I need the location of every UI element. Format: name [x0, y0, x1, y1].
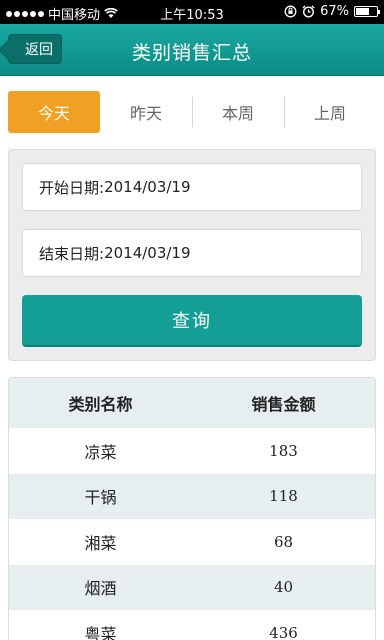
end-date-label: 结束日期:	[39, 244, 105, 263]
date-filter-panel: 开始日期: 2014/03/19 结束日期: 2014/03/19 查询	[8, 149, 376, 361]
table-row[interactable]: 干锅 118	[9, 473, 375, 519]
page-title: 类别销售汇总	[131, 42, 252, 64]
tab-today[interactable]: 今天	[8, 91, 100, 133]
amount-cell: 40	[273, 578, 294, 597]
status-right: 67%	[284, 4, 380, 19]
tab-last-week[interactable]: 上周	[284, 91, 376, 133]
end-date-field[interactable]: 结束日期: 2014/03/19	[22, 229, 362, 277]
amount-cell: 118	[269, 487, 298, 506]
battery-fill	[356, 8, 370, 15]
amount-cell: 183	[269, 441, 298, 460]
tab-this-week[interactable]: 本周	[192, 91, 284, 133]
sales-table: 类别名称 销售金额 凉菜 183 干锅 118 湘菜 68 烟酒 40 粤菜 4…	[8, 377, 376, 640]
battery-percent: 67%	[320, 4, 349, 19]
table-row[interactable]: 湘菜 68	[9, 519, 375, 565]
category-cell: 粤菜	[84, 624, 117, 640]
column-header-category: 类别名称	[68, 395, 133, 414]
category-cell: 烟酒	[84, 579, 117, 599]
tab-yesterday[interactable]: 昨天	[100, 91, 192, 133]
orientation-lock-icon	[284, 5, 297, 18]
table-row[interactable]: 粤菜 436	[9, 610, 375, 640]
navigation-bar: 返回 类别销售汇总	[0, 24, 384, 76]
battery-icon	[354, 6, 380, 17]
amount-cell: 68	[273, 532, 294, 551]
category-cell: 湘菜	[84, 533, 117, 553]
category-cell: 干锅	[84, 488, 117, 508]
status-bar: 中国移动 上午10:53 67%	[0, 0, 384, 24]
start-date-value: 2014/03/19	[104, 178, 191, 196]
table-row[interactable]: 烟酒 40	[9, 564, 375, 610]
query-button[interactable]: 查询	[22, 295, 362, 347]
end-date-value: 2014/03/19	[104, 244, 191, 262]
start-date-label: 开始日期:	[39, 178, 105, 197]
category-cell: 凉菜	[84, 442, 117, 462]
alarm-clock-icon	[302, 5, 315, 18]
amount-cell: 436	[269, 623, 298, 640]
period-tabs: 今天 昨天 本周 上周	[8, 91, 376, 133]
column-header-amount: 销售金额	[251, 395, 316, 414]
table-row[interactable]: 凉菜 183	[9, 428, 375, 474]
table-header: 类别名称 销售金额	[9, 378, 375, 428]
start-date-field[interactable]: 开始日期: 2014/03/19	[22, 163, 362, 211]
